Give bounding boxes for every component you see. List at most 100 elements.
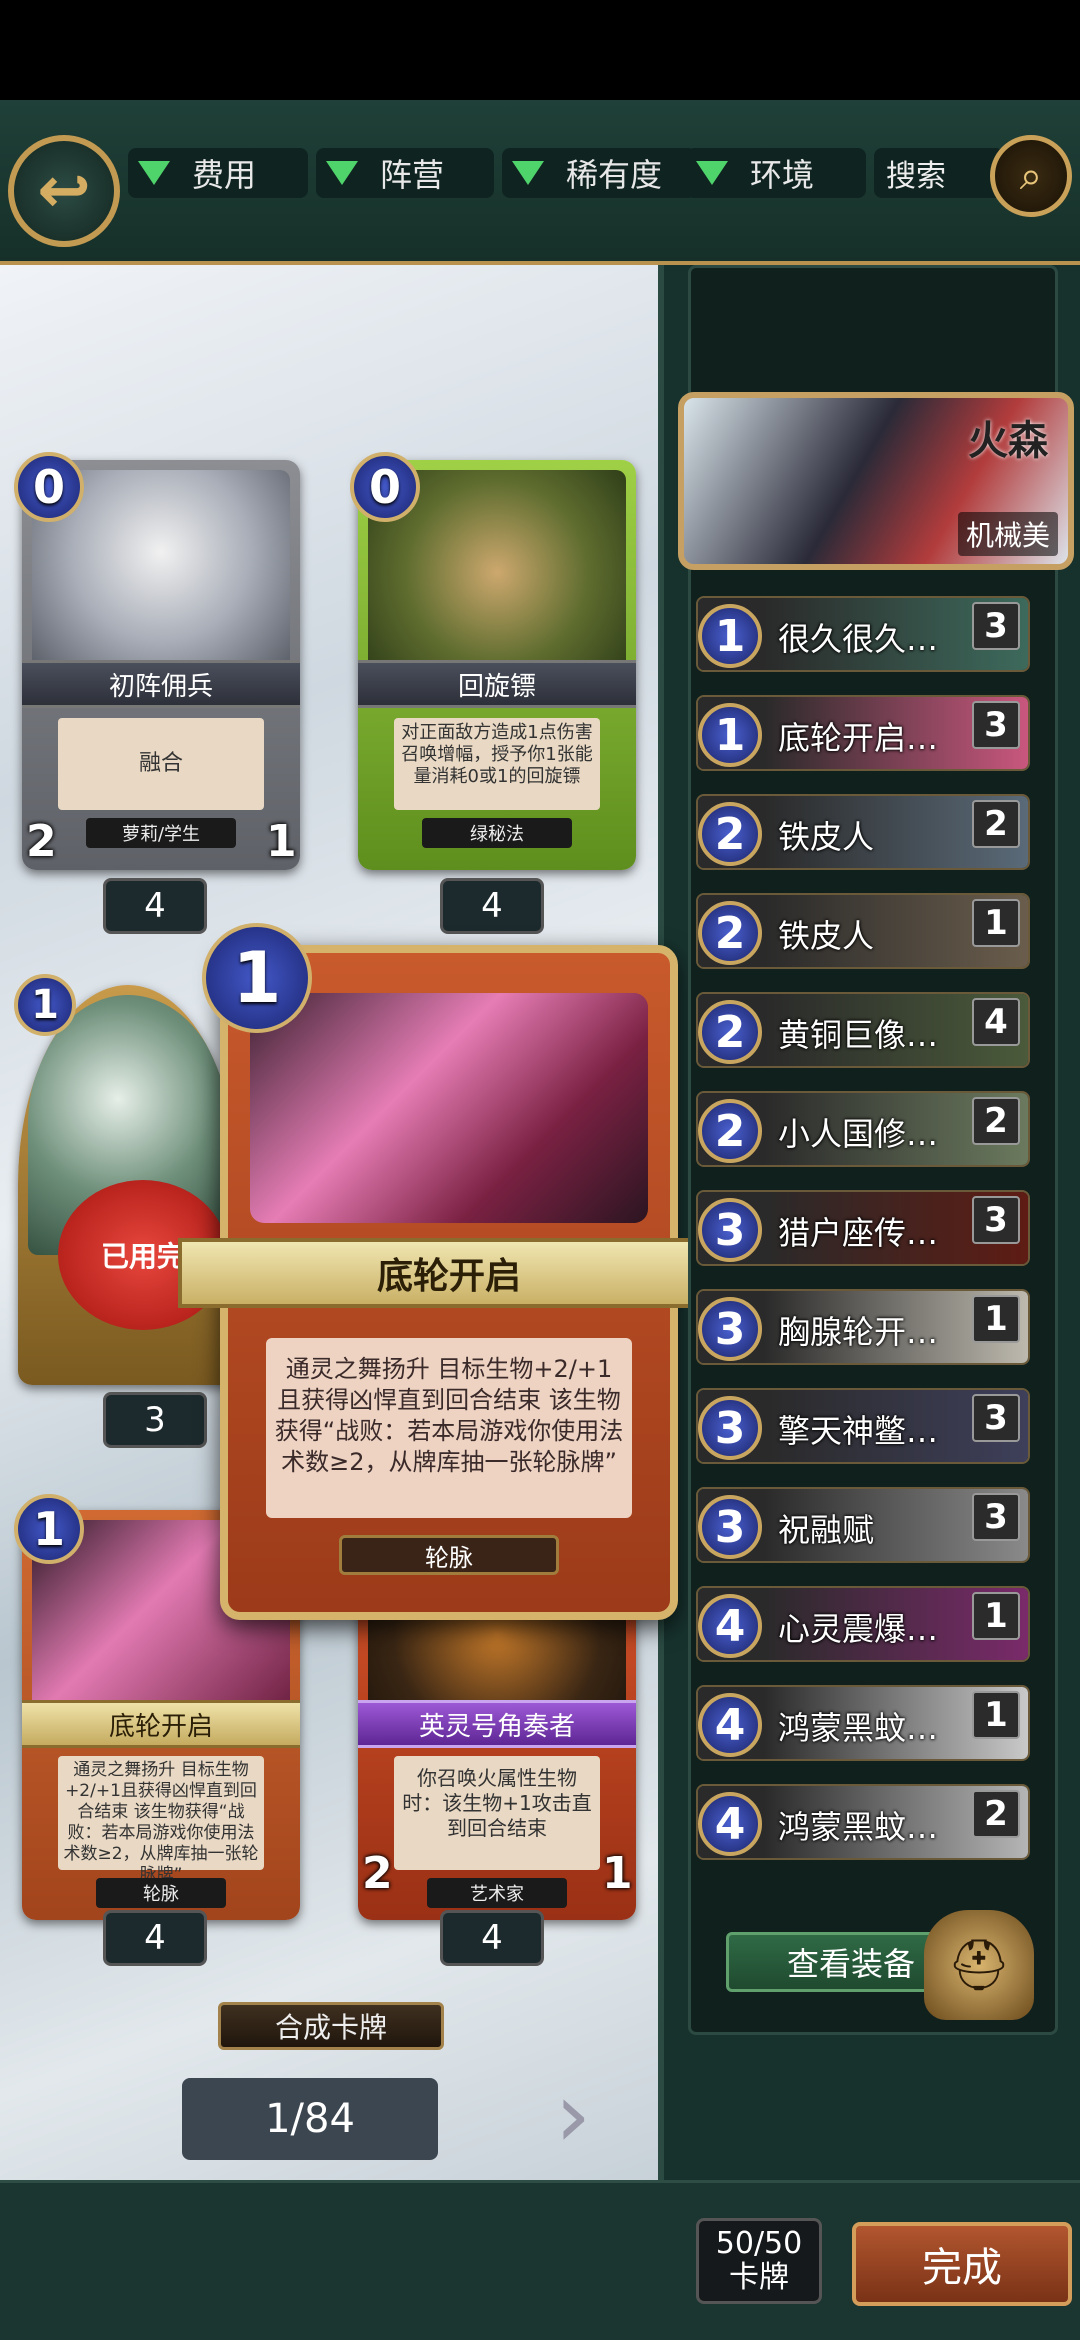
search-field[interactable]: 搜索 xyxy=(874,148,1004,198)
deck-card-count: 2 xyxy=(972,800,1020,848)
next-page-button[interactable]: › xyxy=(528,2062,618,2168)
deck-card-row[interactable]: 3 祝融赋 3 xyxy=(696,1487,1030,1563)
card-preview-description: 通灵之舞扬升 目标生物+2/+1且获得凶悍直到回合结束 该生物获得“战败：若本局… xyxy=(266,1338,632,1518)
deck-card-count: 3 xyxy=(972,1196,1020,1244)
card-description: 你召唤火属性生物时：该生物+1攻击直到回合结束 xyxy=(394,1756,600,1870)
card-preview-name: 底轮开启 xyxy=(178,1238,720,1308)
deck-card-count: 3 xyxy=(972,602,1020,650)
card-cost: 0 xyxy=(14,452,84,522)
deck-card-row[interactable]: 3 胸腺轮开… 1 xyxy=(696,1289,1030,1365)
deck-count-unit: 卡牌 xyxy=(729,2260,789,2295)
deck-card-cost: 2 xyxy=(698,1099,762,1163)
card-health: 1 xyxy=(266,816,297,867)
card-preview-art xyxy=(250,993,648,1223)
chevron-right-icon: › xyxy=(555,2062,591,2168)
rarity-filter-label: 稀有度 xyxy=(566,156,663,194)
rarity-filter[interactable]: 稀有度 xyxy=(502,148,696,198)
done-button[interactable]: 完成 xyxy=(852,2222,1072,2306)
deck-card-count: 1 xyxy=(972,1295,1020,1343)
card-cost: 1 xyxy=(14,1494,84,1564)
environment-filter-label: 环境 xyxy=(750,156,815,194)
magnifier-icon: ⌕ xyxy=(1019,153,1043,199)
deck-card-cost: 4 xyxy=(698,1693,762,1757)
deck-card-name: 鸿蒙黑蚊… xyxy=(778,1808,939,1846)
page-indicator: 1/84 xyxy=(182,2078,438,2160)
card-preview-tribe: 轮脉 xyxy=(339,1535,559,1575)
deck-card-cost: 3 xyxy=(698,1198,762,1262)
deck-card-name: 很久很久… xyxy=(778,620,939,658)
deck-card-name: 底轮开启… xyxy=(778,719,939,757)
deck-card-row[interactable]: 4 心灵震爆… 1 xyxy=(696,1586,1030,1662)
synthesize-card-button[interactable]: 合成卡牌 xyxy=(218,2002,444,2050)
deck-card-cost: 1 xyxy=(698,703,762,767)
faction-filter-label: 阵营 xyxy=(380,156,445,194)
card-name: 底轮开启 xyxy=(22,1700,300,1748)
hero-class: 机械美 xyxy=(957,512,1058,556)
dropdown-triangle-icon xyxy=(696,161,728,185)
search-button[interactable]: ⌕ xyxy=(990,135,1072,217)
faction-filter[interactable]: 阵营 xyxy=(316,148,494,198)
card-preview[interactable]: 底轮开启 通灵之舞扬升 目标生物+2/+1且获得凶悍直到回合结束 该生物获得“战… xyxy=(178,923,720,1620)
card-tribe: 萝莉/学生 xyxy=(86,818,236,848)
helmet-icon[interactable]: ⛑ xyxy=(924,1910,1034,2020)
deck-card-count: 2 xyxy=(972,1097,1020,1145)
cost-filter[interactable]: 费用 xyxy=(128,148,308,198)
card-tribe: 绿秘法 xyxy=(422,818,572,848)
collection-card[interactable]: 初阵佣兵 融合 萝莉/学生 xyxy=(22,460,300,870)
deck-card-cost: 3 xyxy=(698,1396,762,1460)
card-description: 融合 xyxy=(58,718,264,810)
deck-card-count: 1 xyxy=(972,1691,1020,1739)
card-name: 英灵号角奏者 xyxy=(358,1700,636,1748)
search-label: 搜索 xyxy=(886,159,946,194)
deck-card-row[interactable]: 1 底轮开启… 3 xyxy=(696,695,1030,771)
environment-filter[interactable]: 环境 xyxy=(686,148,866,198)
deck-count-value: 50/50 xyxy=(715,2226,803,2261)
card-attack: 2 xyxy=(26,816,57,867)
hero-portrait[interactable]: 火森 机械美 xyxy=(678,392,1074,570)
deck-card-row[interactable]: 2 铁皮人 2 xyxy=(696,794,1030,870)
card-count: 4 xyxy=(103,878,207,934)
deck-card-count: 3 xyxy=(972,701,1020,749)
card-name: 回旋镖 xyxy=(358,660,636,708)
deck-card-count: 2 xyxy=(972,1790,1020,1838)
card-description: 对正面敌方造成1点伤害 召唤增幅，授予你1张能量消耗0或1的回旋镖 xyxy=(394,718,600,810)
deck-card-row[interactable]: 2 黄铜巨像… 4 xyxy=(696,992,1030,1068)
deck-card-name: 铁皮人 xyxy=(778,818,875,856)
dropdown-triangle-icon xyxy=(138,161,170,185)
deck-count: 50/50 卡牌 xyxy=(696,2218,822,2304)
cost-filter-label: 费用 xyxy=(192,156,257,194)
deck-card-row[interactable]: 4 鸿蒙黑蚊… 1 xyxy=(696,1685,1030,1761)
collection-card[interactable]: 回旋镖 对正面敌方造成1点伤害 召唤增幅，授予你1张能量消耗0或1的回旋镖 绿秘… xyxy=(358,460,636,870)
card-count: 3 xyxy=(103,1392,207,1448)
deck-card-cost: 3 xyxy=(698,1495,762,1559)
card-preview-cost: 1 xyxy=(202,923,312,1033)
card-description: 通灵之舞扬升 目标生物+2/+1且获得凶悍直到回合结束 该生物获得“战败：若本局… xyxy=(58,1756,264,1885)
deck-card-row[interactable]: 1 很久很久… 3 xyxy=(696,596,1030,672)
deck-card-row[interactable]: 2 小人国修… 2 xyxy=(696,1091,1030,1167)
back-button[interactable]: ↩ xyxy=(8,135,120,247)
hero-name: 火森 xyxy=(968,418,1048,464)
card-health: 1 xyxy=(602,1848,633,1899)
deck-card-name: 胸腺轮开… xyxy=(778,1313,939,1351)
deck-card-name: 小人国修… xyxy=(778,1115,939,1153)
deck-card-cost: 3 xyxy=(698,1297,762,1361)
card-tribe: 艺术家 xyxy=(427,1878,567,1908)
card-tribe: 轮脉 xyxy=(96,1878,226,1908)
deck-card-cost: 4 xyxy=(698,1792,762,1856)
deck-card-count: 3 xyxy=(972,1493,1020,1541)
card-attack: 2 xyxy=(362,1848,393,1899)
deck-card-row[interactable]: 4 鸿蒙黑蚊… 2 xyxy=(696,1784,1030,1860)
deck-card-count: 1 xyxy=(972,1592,1020,1640)
deck-card-count: 3 xyxy=(972,1394,1020,1442)
card-cost: 1 xyxy=(14,974,76,1036)
deck-card-name: 铁皮人 xyxy=(778,917,875,955)
deck-card-cost: 1 xyxy=(698,604,762,668)
deck-card-name: 擎天神鳖… xyxy=(778,1412,939,1450)
deck-card-name: 猎户座传… xyxy=(778,1214,939,1252)
deck-card-cost: 4 xyxy=(698,1594,762,1658)
deck-card-count: 1 xyxy=(972,899,1020,947)
deck-card-row[interactable]: 2 铁皮人 1 xyxy=(696,893,1030,969)
deck-card-row[interactable]: 3 擎天神鳖… 3 xyxy=(696,1388,1030,1464)
card-name: 初阵佣兵 xyxy=(22,660,300,708)
deck-card-row[interactable]: 3 猎户座传… 3 xyxy=(696,1190,1030,1266)
